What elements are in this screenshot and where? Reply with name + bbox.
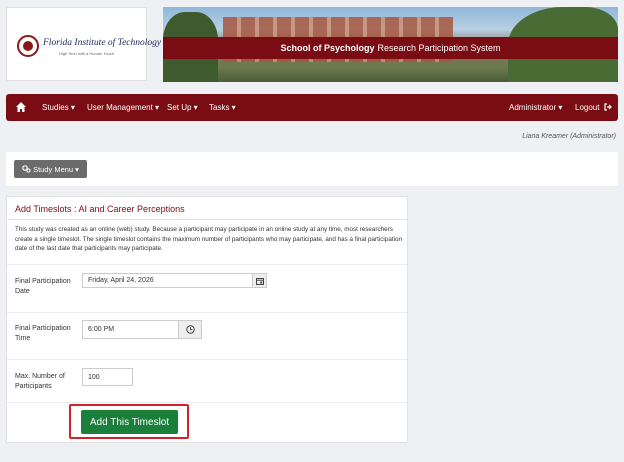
study-menu-button[interactable]: Study Menu ▾ [14,160,87,178]
add-timeslot-highlight: Add This Timeslot [69,404,189,439]
logo-tagline: High Tech with a Human Touch [59,51,114,56]
card-description: This study was created as an online (web… [15,226,402,252]
nav-administrator[interactable]: Administrator ▾ [509,94,562,121]
calendar-button[interactable] [252,273,267,288]
nav-studies[interactable]: Studies ▾ [42,94,75,121]
max-participants-input[interactable]: 100 [82,368,133,386]
calendar-icon [255,277,264,285]
card-title: Add Timeslots : AI and Career Perception… [15,204,185,214]
main-navbar: Studies ▾ User Management ▾ Set Up ▾ Tas… [6,94,618,121]
row-divider [7,402,407,403]
row-divider [7,312,407,313]
banner-title: School of Psychology Research Participat… [163,37,618,59]
header-banner: School of Psychology Research Participat… [163,7,618,82]
add-timeslots-card: Add Timeslots : AI and Career Perception… [6,196,408,443]
logout-label: Logout [575,103,600,112]
banner-title-bold: School of Psychology [280,43,375,53]
fit-seal-icon [17,35,39,57]
logout-icon [604,103,612,111]
study-menu-panel: Study Menu ▾ [6,152,618,186]
nav-user-management[interactable]: User Management ▾ [87,94,159,121]
nav-tasks[interactable]: Tasks ▾ [209,94,236,121]
card-divider [7,219,407,220]
final-time-input[interactable]: 6:00 PM [82,320,179,339]
max-participants-label: Max. Number of Participants [15,373,65,390]
gears-icon [22,165,31,173]
banner-title-rest: Research Participation System [377,43,501,53]
row-divider [7,359,407,360]
final-date-input[interactable]: Friday, April 24, 2026 [82,273,253,288]
clock-icon [185,325,195,334]
fit-logo[interactable]: Florida Institute of Technology High Tec… [6,7,161,81]
clock-button[interactable] [178,320,202,339]
add-timeslot-button[interactable]: Add This Timeslot [81,410,178,434]
logo-name: Florida Institute of Technology [43,38,162,48]
final-date-label: Final Participation Date [15,278,71,295]
study-menu-label: Study Menu ▾ [33,164,79,174]
final-time-label: Final Participation Time [15,325,71,342]
nav-logout[interactable]: Logout [575,94,612,121]
nav-setup[interactable]: Set Up ▾ [167,94,198,121]
current-user: Liana Kreamer (Administrator) [522,133,616,140]
home-icon[interactable] [15,101,27,113]
row-divider [7,264,407,265]
